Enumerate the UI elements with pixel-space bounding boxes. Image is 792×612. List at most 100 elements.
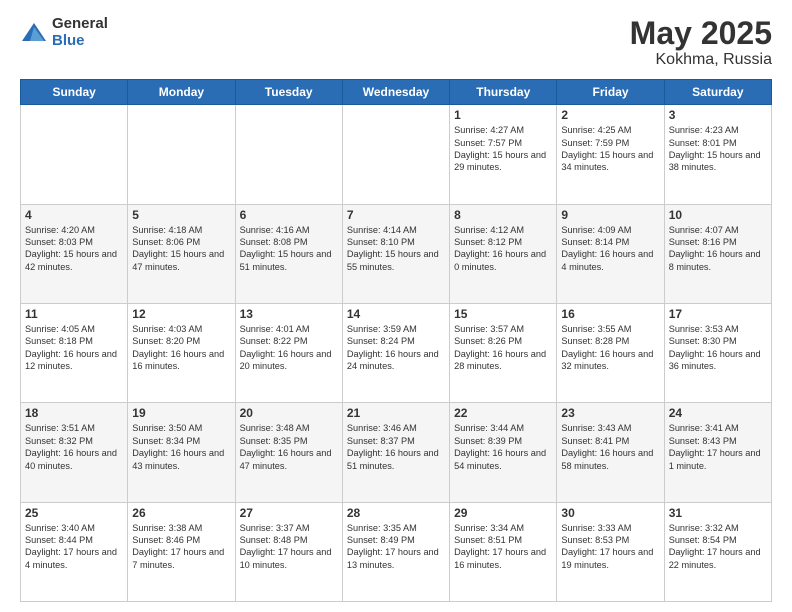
day-number: 17 [669, 307, 767, 321]
table-row: 29 Sunrise: 3:34 AM Sunset: 8:51 PM Dayli… [450, 502, 557, 601]
day-number: 13 [240, 307, 338, 321]
day-number: 7 [347, 208, 445, 222]
logo-blue-text: Blue [52, 33, 108, 50]
cell-content: Sunrise: 4:03 AM Sunset: 8:20 PM Dayligh… [132, 323, 230, 373]
cell-content: Sunrise: 3:33 AM Sunset: 8:53 PM Dayligh… [561, 522, 659, 572]
day-number: 3 [669, 108, 767, 122]
cell-content: Sunrise: 3:34 AM Sunset: 8:51 PM Dayligh… [454, 522, 552, 572]
day-number: 18 [25, 406, 123, 420]
table-row: 28Sunrise: 3:35 AM Sunset: 8:49 PM Dayli… [342, 502, 449, 601]
cell-content: Sunrise: 4:14 AM Sunset: 8:10 PM Dayligh… [347, 224, 445, 274]
cell-content: Sunrise: 3:32 AM Sunset: 8:54 PM Dayligh… [669, 522, 767, 572]
table-row: 27Sunrise: 3:37 AM Sunset: 8:48 PM Dayli… [235, 502, 342, 601]
cell-content: Sunrise: 3:53 AM Sunset: 8:30 PM Dayligh… [669, 323, 767, 373]
cell-content: Sunrise: 3:43 AM Sunset: 8:41 PM Dayligh… [561, 422, 659, 472]
day-number: 30 [561, 506, 659, 520]
cell-content: Sunrise: 4:23 AM Sunset: 8:01 PM Dayligh… [669, 124, 767, 174]
cell-content: Sunrise: 4:18 AM Sunset: 8:06 PM Dayligh… [132, 224, 230, 274]
table-row [128, 105, 235, 204]
table-row: 8 Sunrise: 4:12 AM Sunset: 8:12 PM Daylig… [450, 204, 557, 303]
calendar-table: Sunday Monday Tuesday Wednesday Thursday… [20, 79, 772, 602]
cell-content: Sunrise: 4:16 AM Sunset: 8:08 PM Dayligh… [240, 224, 338, 274]
day-number: 16 [561, 307, 659, 321]
header-thursday: Thursday [450, 80, 557, 105]
day-number: 10 [669, 208, 767, 222]
cell-content: Sunrise: 3:51 AM Sunset: 8:32 PM Dayligh… [25, 422, 123, 472]
calendar-week-5: 25Sunrise: 3:40 AM Sunset: 8:44 PM Dayli… [21, 502, 772, 601]
table-row: 14 Sunrise: 3:59 AM Sunset: 8:24 PM Dayli… [342, 303, 449, 402]
table-row: 22 Sunrise: 3:44 AM Sunset: 8:39 PM Dayli… [450, 403, 557, 502]
header-sunday: Sunday [21, 80, 128, 105]
title-block: May 2025 Kokhma, Russia [630, 16, 772, 69]
day-number: 6 [240, 208, 338, 222]
cell-content: Sunrise: 3:48 AM Sunset: 8:35 PM Dayligh… [240, 422, 338, 472]
day-number: 26 [132, 506, 230, 520]
title-month: May 2025 [630, 16, 772, 51]
day-number: 14 [347, 307, 445, 321]
cell-content: Sunrise: 4:09 AM Sunset: 8:14 PM Dayligh… [561, 224, 659, 274]
header-wednesday: Wednesday [342, 80, 449, 105]
table-row: 6 Sunrise: 4:16 AM Sunset: 8:08 PM Daylig… [235, 204, 342, 303]
day-number: 31 [669, 506, 767, 520]
cell-content: Sunrise: 4:25 AM Sunset: 7:59 PM Dayligh… [561, 124, 659, 174]
logo-text: General Blue [52, 16, 108, 49]
table-row: 7 Sunrise: 4:14 AM Sunset: 8:10 PM Daylig… [342, 204, 449, 303]
table-row: 4 Sunrise: 4:20 AM Sunset: 8:03 PM Daylig… [21, 204, 128, 303]
cell-content: Sunrise: 4:01 AM Sunset: 8:22 PM Dayligh… [240, 323, 338, 373]
day-number: 2 [561, 108, 659, 122]
day-number: 4 [25, 208, 123, 222]
table-row: 30 Sunrise: 3:33 AM Sunset: 8:53 PM Dayli… [557, 502, 664, 601]
table-row: 25Sunrise: 3:40 AM Sunset: 8:44 PM Dayli… [21, 502, 128, 601]
cell-content: Sunrise: 3:57 AM Sunset: 8:26 PM Dayligh… [454, 323, 552, 373]
day-number: 24 [669, 406, 767, 420]
day-number: 12 [132, 307, 230, 321]
table-row: 16 Sunrise: 3:55 AM Sunset: 8:28 PM Dayli… [557, 303, 664, 402]
cell-content: Sunrise: 3:44 AM Sunset: 8:39 PM Dayligh… [454, 422, 552, 472]
header-friday: Friday [557, 80, 664, 105]
cell-content: Sunrise: 3:55 AM Sunset: 8:28 PM Dayligh… [561, 323, 659, 373]
day-number: 20 [240, 406, 338, 420]
cell-content: Sunrise: 3:41 AM Sunset: 8:43 PM Dayligh… [669, 422, 767, 472]
cell-content: Sunrise: 3:59 AM Sunset: 8:24 PM Dayligh… [347, 323, 445, 373]
cell-content: Sunrise: 4:20 AM Sunset: 8:03 PM Dayligh… [25, 224, 123, 274]
table-row: 24 Sunrise: 3:41 AM Sunset: 8:43 PM Dayli… [664, 403, 771, 502]
day-number: 19 [132, 406, 230, 420]
header: General Blue May 2025 Kokhma, Russia [20, 16, 772, 69]
table-row: 9 Sunrise: 4:09 AM Sunset: 8:14 PM Daylig… [557, 204, 664, 303]
cell-content: Sunrise: 3:50 AM Sunset: 8:34 PM Dayligh… [132, 422, 230, 472]
calendar-header-row: Sunday Monday Tuesday Wednesday Thursday… [21, 80, 772, 105]
table-row: 26 Sunrise: 3:38 AM Sunset: 8:46 PM Dayli… [128, 502, 235, 601]
calendar-week-1: 1 Sunrise: 4:27 AM Sunset: 7:57 PM Daylig… [21, 105, 772, 204]
day-number: 1 [454, 108, 552, 122]
cell-content: Sunrise: 4:05 AM Sunset: 8:18 PM Dayligh… [25, 323, 123, 373]
calendar-week-3: 11Sunrise: 4:05 AM Sunset: 8:18 PM Dayli… [21, 303, 772, 402]
table-row: 2 Sunrise: 4:25 AM Sunset: 7:59 PM Daylig… [557, 105, 664, 204]
header-monday: Monday [128, 80, 235, 105]
table-row: 18 Sunrise: 3:51 AM Sunset: 8:32 PM Dayli… [21, 403, 128, 502]
table-row [21, 105, 128, 204]
title-location: Kokhma, Russia [630, 51, 772, 69]
table-row: 19 Sunrise: 3:50 AM Sunset: 8:34 PM Dayli… [128, 403, 235, 502]
day-number: 28 [347, 506, 445, 520]
cell-content: Sunrise: 3:37 AM Sunset: 8:48 PM Dayligh… [240, 522, 338, 572]
table-row: 17 Sunrise: 3:53 AM Sunset: 8:30 PM Dayli… [664, 303, 771, 402]
header-saturday: Saturday [664, 80, 771, 105]
day-number: 25 [25, 506, 123, 520]
cell-content: Sunrise: 4:07 AM Sunset: 8:16 PM Dayligh… [669, 224, 767, 274]
calendar-week-4: 18 Sunrise: 3:51 AM Sunset: 8:32 PM Dayli… [21, 403, 772, 502]
cell-content: Sunrise: 3:38 AM Sunset: 8:46 PM Dayligh… [132, 522, 230, 572]
day-number: 29 [454, 506, 552, 520]
day-number: 15 [454, 307, 552, 321]
page: General Blue May 2025 Kokhma, Russia Sun… [0, 0, 792, 612]
table-row: 31 Sunrise: 3:32 AM Sunset: 8:54 PM Dayli… [664, 502, 771, 601]
cell-content: Sunrise: 4:27 AM Sunset: 7:57 PM Dayligh… [454, 124, 552, 174]
day-number: 8 [454, 208, 552, 222]
table-row: 11Sunrise: 4:05 AM Sunset: 8:18 PM Dayli… [21, 303, 128, 402]
cell-content: Sunrise: 4:12 AM Sunset: 8:12 PM Dayligh… [454, 224, 552, 274]
day-number: 9 [561, 208, 659, 222]
day-number: 21 [347, 406, 445, 420]
table-row: 13 Sunrise: 4:01 AM Sunset: 8:22 PM Dayli… [235, 303, 342, 402]
table-row [342, 105, 449, 204]
day-number: 22 [454, 406, 552, 420]
table-row: 10 Sunrise: 4:07 AM Sunset: 8:16 PM Dayli… [664, 204, 771, 303]
